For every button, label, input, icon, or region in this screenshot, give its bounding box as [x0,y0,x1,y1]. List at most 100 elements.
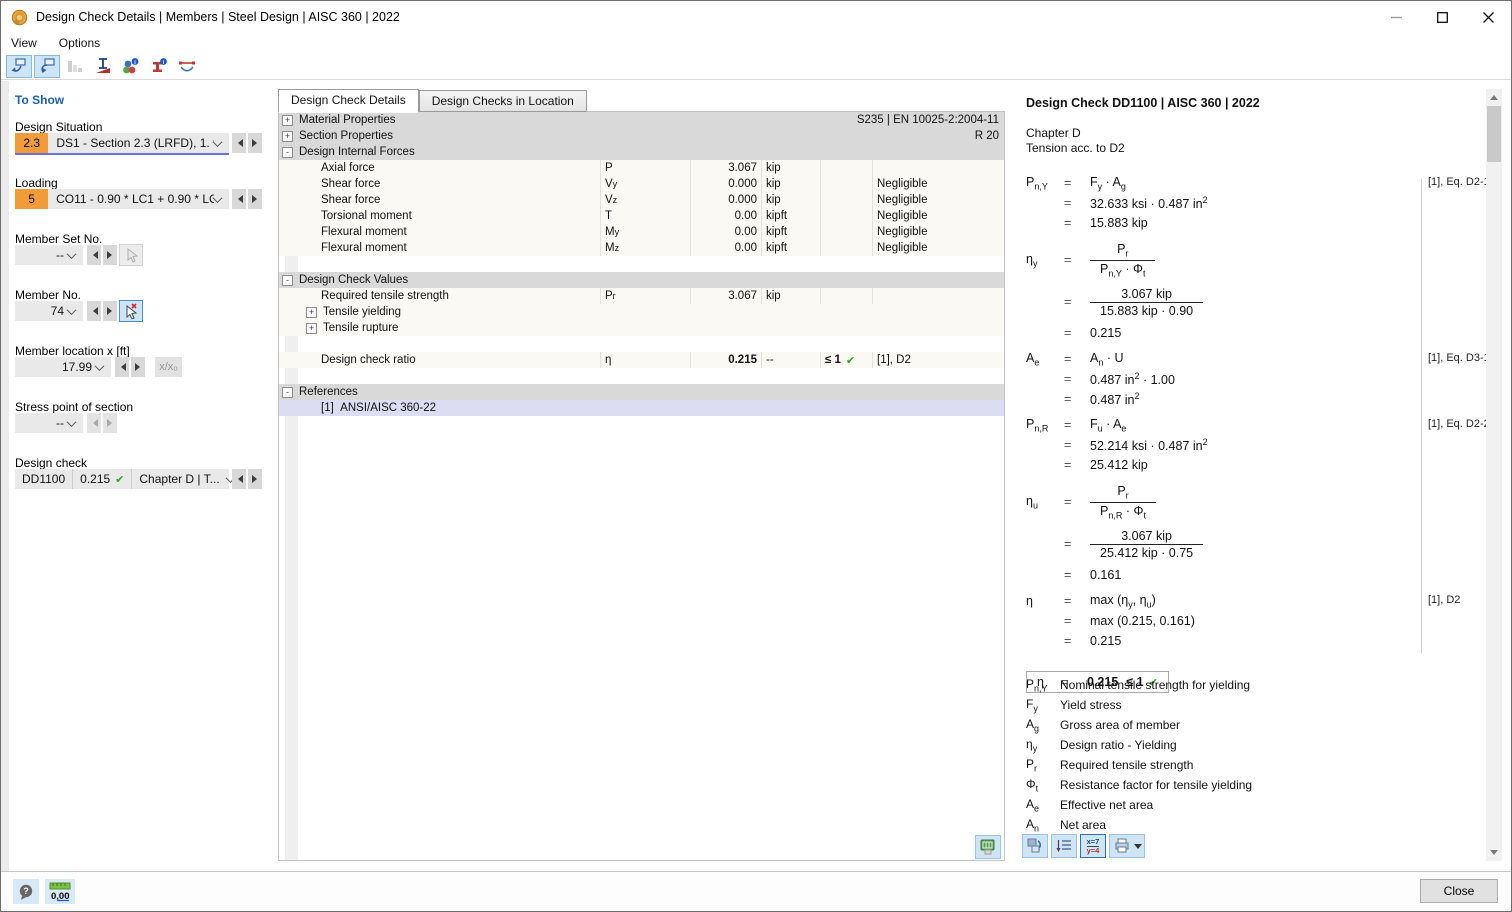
stress-point-icon [96,58,110,73]
table-row[interactable]: + Tensile yielding [279,304,1004,320]
menu-options[interactable]: Options [59,36,100,50]
detail-toolbar: x=7 y=4 [1022,834,1145,858]
expand-list-icon [1056,840,1071,852]
design-check-combobox[interactable]: DD1100 0.215 ✔ Chapter D | T... [15,469,236,489]
tab-design-check-details[interactable]: Design Check Details [278,89,419,113]
design-check-code: DD1100 [15,469,74,489]
close-button[interactable]: Close [1420,879,1498,903]
cell-symbol: Mz [600,240,690,256]
legend-symbol: Ae [1026,796,1040,814]
cell-symbol: My [600,224,690,240]
detail-chapter: Chapter D [1026,126,1081,140]
navigate-back-button[interactable] [6,54,32,78]
panel-heading: To Show [15,93,65,107]
sync-settings-button[interactable] [1022,834,1048,858]
scroll-up-button[interactable] [1486,89,1502,105]
result-diagram-button[interactable] [174,55,200,78]
grid-section-row[interactable]: - References [279,384,1004,400]
expander-icon[interactable]: - [282,274,293,286]
table-row[interactable]: Axial force P 3.067 kip [279,160,1004,176]
cell-symbol: Vz [600,192,690,208]
cell-comment: Negligible [872,208,1004,224]
design-situation-next-button[interactable] [248,133,262,153]
relative-location-button[interactable]: x/x₀ [155,357,182,377]
table-row[interactable]: Design check ratio η 0.215 -- ≤ 1 ✔ [1], D2 [279,352,1004,368]
member-location-prev-button[interactable] [115,357,129,377]
stress-point-next-button[interactable] [103,413,117,433]
member-info-button[interactable]: i [146,55,172,78]
table-row[interactable]: Shear force Vz 0.000 kip Negligible [279,192,1004,208]
scrollbar-thumb[interactable] [1487,106,1501,162]
stress-point-combobox[interactable]: -- [15,413,83,433]
member-no-next-button[interactable] [103,301,117,321]
cell-unit: kip [761,288,820,304]
loading-prev-button[interactable] [232,189,246,209]
stress-point-value: -- [56,416,64,430]
member-set-pick-button[interactable] [119,244,143,266]
row-label: Tensile yielding [323,306,401,318]
units-decimals-button[interactable]: 0,00 [45,879,75,904]
scroll-down-button[interactable] [1486,845,1502,861]
table-row[interactable]: Torsional moment T 0.00 kipft Negligible [279,208,1004,224]
expand-list-button[interactable] [1051,834,1077,858]
expander-icon[interactable]: - [282,386,293,398]
member-set-combobox[interactable]: -- [15,245,83,265]
detail-title: Design Check DD1100 | AISC 360 | 2022 [1026,96,1260,110]
grid-section-row[interactable]: - Design Internal Forces [279,144,1004,160]
loading-combobox[interactable]: 5 CO11 - 0.90 * LC1 + 0.90 * LC... [15,189,229,209]
member-location-combobox[interactable]: 17.99 [15,357,111,377]
table-row[interactable]: Flexural moment Mz 0.00 kipft Negligible [279,240,1004,256]
cell-unit: kipft [761,240,820,256]
design-situation-combobox[interactable]: 2.3 DS1 - Section 2.3 (LRFD), 1. t... [15,133,229,155]
member-no-pick-button[interactable] [119,300,143,322]
cell-description: Flexural moment [321,226,407,238]
menu-view[interactable]: View [11,36,37,50]
print-button[interactable] [1109,834,1145,858]
close-window-button[interactable] [1465,1,1511,33]
expander-icon[interactable]: + [282,114,293,126]
loading-next-button[interactable] [248,189,262,209]
design-check-next-button[interactable] [248,469,262,489]
expander-icon[interactable]: - [282,146,293,158]
detail-scrollbar[interactable] [1486,89,1502,861]
expander-icon[interactable]: + [306,306,317,318]
table-row[interactable]: Shear force Vy 0.000 kip Negligible [279,176,1004,192]
member-no-combobox[interactable]: 74 [15,301,83,321]
expander-icon[interactable]: + [282,130,293,142]
show-values-icon: x=7 y=4 [1086,836,1100,855]
stress-point-prev-button[interactable] [87,413,101,433]
stress-point-button[interactable] [90,55,116,78]
formula-line: = 0.161 [1064,568,1122,582]
table-row[interactable]: Required tensile strength Pr 3.067 kip [279,288,1004,304]
show-values-button[interactable]: x=7 y=4 [1080,834,1106,858]
member-set-next-button[interactable] [103,245,117,265]
minimize-button[interactable] [1373,1,1419,33]
cell-comment: Negligible [872,192,1004,208]
grid-section-row[interactable]: + Section Properties R 20 [279,128,1004,144]
table-row[interactable]: [1] ANSI/AISC 360-22 [279,400,1004,416]
grid-section-row[interactable]: - Design Check Values [279,272,1004,288]
expander-icon[interactable]: + [306,322,317,334]
maximize-button[interactable] [1419,1,1465,33]
member-no-prev-button[interactable] [87,301,101,321]
comment-help-button[interactable]: ? [13,879,39,904]
arrow-right-icon [106,307,116,315]
result-bars-button[interactable] [62,55,88,78]
arrow-right-icon [251,475,261,483]
design-situation-prev-button[interactable] [232,133,246,153]
info-colors-button[interactable]: i [118,55,144,78]
formula-line: Ae = An · U [1026,350,1124,368]
cell-comment [872,160,1004,176]
grid-section-row[interactable]: + Material Properties S235 | EN 10025-2:20… [279,112,1004,128]
member-location-next-button[interactable] [131,357,145,377]
print-table-button[interactable] [975,835,1001,859]
design-check-prev-button[interactable] [232,469,246,489]
loading-label: Loading [15,176,58,190]
table-row[interactable]: + Tensile rupture [279,320,1004,336]
navigate-forward-button[interactable] [34,54,60,78]
formula-line: Pn,Y = Fy · Ag [1026,174,1126,192]
table-row[interactable]: Flexural moment My 0.00 kipft Negligible [279,224,1004,240]
member-set-prev-button[interactable] [87,245,101,265]
select-pointer-icon [127,247,138,263]
tab-design-checks-in-location[interactable]: Design Checks in Location [418,90,587,112]
